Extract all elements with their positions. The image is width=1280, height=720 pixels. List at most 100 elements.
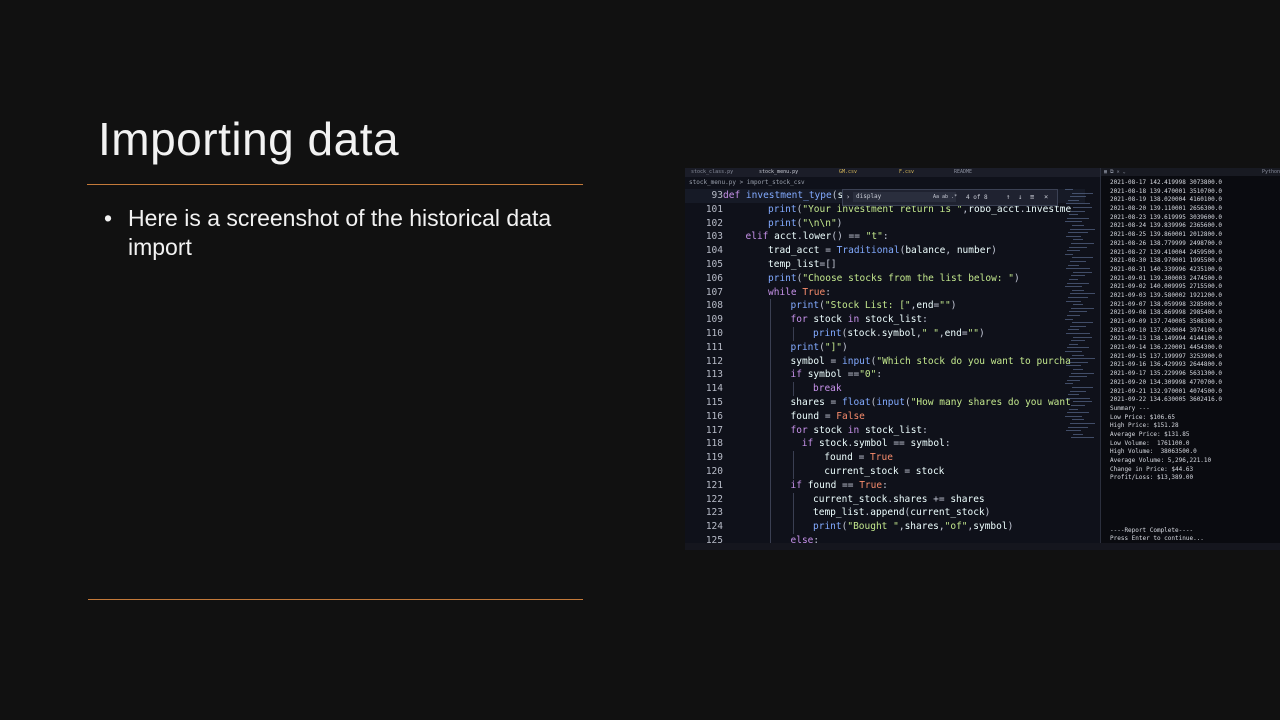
minimap-line bbox=[1072, 354, 1084, 356]
line-number: 117 bbox=[705, 424, 723, 436]
minimap-line bbox=[1071, 243, 1094, 244]
tab-readme[interactable]: README bbox=[950, 168, 976, 177]
terminal-line: 2021-08-24 139.839996 2365600.0 bbox=[1110, 222, 1222, 230]
line-number: 103 bbox=[705, 231, 723, 243]
minimap-line bbox=[1068, 297, 1088, 298]
tab-gm-csv[interactable]: GM.csv bbox=[835, 168, 861, 177]
line-number: 107 bbox=[705, 286, 723, 298]
code-line[interactable]: 117 for stock in stock_list: bbox=[685, 424, 1085, 438]
indent-guide bbox=[792, 506, 794, 521]
terminal-line: 2021-08-23 139.619995 3039600.0 bbox=[1110, 213, 1222, 221]
indent-guide bbox=[770, 520, 771, 534]
close-icon[interactable]: × bbox=[1044, 190, 1048, 205]
code-text: for stock in stock_list: bbox=[790, 314, 928, 326]
code-line[interactable]: 111 print("]") bbox=[685, 341, 1085, 355]
code-line[interactable]: 112 symbol = input("Which stock do you wa… bbox=[685, 355, 1085, 369]
arrow-up-icon[interactable]: ↑ bbox=[1006, 190, 1010, 205]
indent-guide bbox=[792, 520, 794, 534]
minimap-line bbox=[1066, 397, 1090, 399]
terminal-icons[interactable]: ▦ ⧉ ✕ ⌄ bbox=[1104, 169, 1126, 175]
minimap-line bbox=[1068, 232, 1088, 234]
minimap-line bbox=[1067, 315, 1080, 316]
code-line[interactable]: 106 print("Choose stocks from the list be… bbox=[685, 272, 1085, 286]
indent-guide bbox=[770, 382, 771, 396]
minimap-line bbox=[1071, 275, 1085, 277]
minimap-line bbox=[1073, 304, 1083, 306]
code-text: def investment_type(s bbox=[723, 190, 844, 201]
code-line[interactable]: 124 print("Bought ",shares,"of",symbol) bbox=[685, 520, 1085, 534]
code-line[interactable]: 122 current_stock.shares += shares bbox=[685, 493, 1085, 507]
code-line[interactable]: 113 if symbol =="0": bbox=[685, 368, 1085, 382]
minimap-line bbox=[1067, 217, 1089, 219]
code-line[interactable]: 105 temp_list=[] bbox=[685, 258, 1085, 272]
line-number: 104 bbox=[705, 245, 723, 257]
tab-f-csv[interactable]: F.csv bbox=[895, 168, 918, 177]
code-text: symbol = input("Which stock do you want … bbox=[790, 355, 1071, 367]
footer-divider bbox=[88, 599, 583, 600]
minimap-line bbox=[1071, 437, 1094, 439]
code-line[interactable]: 110 print(stock.symbol," ",end="") bbox=[685, 327, 1085, 341]
terminal-panel[interactable]: ▦ ⧉ ✕ ⌄ Python 2021-08-17 142.419998 307… bbox=[1101, 168, 1280, 543]
terminal-line: High Volume: 38063500.0 bbox=[1110, 448, 1197, 456]
code-line[interactable]: 104 trad_acct = Traditional(balance, numb… bbox=[685, 244, 1085, 258]
code-text: shares = float(input("How many shares do… bbox=[790, 397, 1071, 408]
minimap-line bbox=[1073, 207, 1092, 208]
find-result-count: 4 of 8 bbox=[966, 194, 988, 201]
indent-guide bbox=[792, 492, 794, 507]
minimap-line bbox=[1073, 369, 1083, 370]
line-number: 116 bbox=[705, 410, 723, 422]
tab-stock-menu[interactable]: stock_menu.py bbox=[755, 168, 802, 177]
terminal-line: 2021-08-26 138.779999 2498700.0 bbox=[1110, 239, 1222, 247]
select-lines-icon[interactable]: ≡ bbox=[1030, 190, 1034, 205]
code-line[interactable]: 107 while True: bbox=[685, 286, 1085, 300]
minimap-line bbox=[1069, 246, 1087, 248]
minimap-line bbox=[1067, 412, 1089, 414]
code-line[interactable]: 120 current_stock = stock bbox=[685, 465, 1085, 479]
minimap[interactable] bbox=[1065, 189, 1095, 449]
code-line[interactable]: 102 print("\n\n") bbox=[685, 217, 1085, 231]
code-line[interactable]: 118 if stock.symbol == symbol: bbox=[685, 437, 1085, 451]
code-line[interactable]: 114 break bbox=[685, 382, 1085, 396]
status-bar bbox=[685, 543, 1280, 550]
minimap-line bbox=[1065, 318, 1073, 320]
terminal-title: Python bbox=[1261, 169, 1280, 175]
terminal-line: Low Volume: 1761100.0 bbox=[1110, 439, 1190, 447]
minimap-line bbox=[1073, 239, 1083, 241]
indent-guide bbox=[770, 313, 771, 327]
arrow-down-icon[interactable]: ↓ bbox=[1018, 190, 1022, 205]
code-text: print("Stock List: [",end="") bbox=[790, 300, 957, 312]
indent-guide bbox=[792, 465, 794, 479]
code-line[interactable]: 121 if found == True: bbox=[685, 479, 1085, 493]
tab-stock-class[interactable]: stock_class.py bbox=[687, 168, 737, 177]
chevron-right-icon[interactable]: › bbox=[846, 190, 850, 205]
indent-guide bbox=[770, 478, 771, 493]
terminal-line: 2021-09-20 134.309998 4770700.0 bbox=[1110, 378, 1222, 386]
code-line[interactable]: 103 elif acct.lower() == "t": bbox=[685, 230, 1085, 244]
indent-guide bbox=[770, 340, 771, 355]
minimap-line bbox=[1066, 235, 1081, 237]
minimap-line bbox=[1069, 279, 1078, 280]
code-line[interactable]: 108 print("Stock List: [",end="") bbox=[685, 299, 1085, 313]
minimap-line bbox=[1069, 408, 1078, 410]
minimap-line bbox=[1066, 430, 1081, 432]
code-line[interactable]: 119 found = True bbox=[685, 451, 1085, 465]
code-text: current_stock = stock bbox=[824, 466, 945, 477]
terminal-line: 2021-09-17 135.229996 5631300.0 bbox=[1110, 370, 1222, 378]
code-line[interactable]: 115 shares = float(input("How many shares… bbox=[685, 396, 1085, 410]
code-line[interactable]: 109 for stock in stock_list: bbox=[685, 313, 1085, 327]
bullet-dot-icon: • bbox=[104, 205, 113, 231]
terminal-line: ----Report Complete---- bbox=[1110, 526, 1194, 534]
terminal-line: High Price: $151.28 bbox=[1110, 422, 1179, 430]
terminal-line: 2021-08-19 138.020004 4160100.0 bbox=[1110, 196, 1222, 204]
code-line[interactable]: 116 found = False bbox=[685, 410, 1085, 424]
breadcrumb[interactable]: stock_menu.py > import_stock_csv bbox=[685, 178, 1100, 188]
line-number: 109 bbox=[705, 314, 723, 326]
indent-guide bbox=[770, 327, 771, 341]
find-options[interactable]: Aa ab .* bbox=[933, 190, 957, 205]
line-number: 111 bbox=[705, 341, 723, 353]
slide: Importing data • Here is a screenshot of… bbox=[0, 0, 1280, 720]
terminal-line: 2021-08-18 139.470001 3510700.0 bbox=[1110, 187, 1222, 195]
code-line[interactable]: 123 temp_list.append(current_stock) bbox=[685, 506, 1085, 520]
line-number: 102 bbox=[705, 217, 723, 229]
